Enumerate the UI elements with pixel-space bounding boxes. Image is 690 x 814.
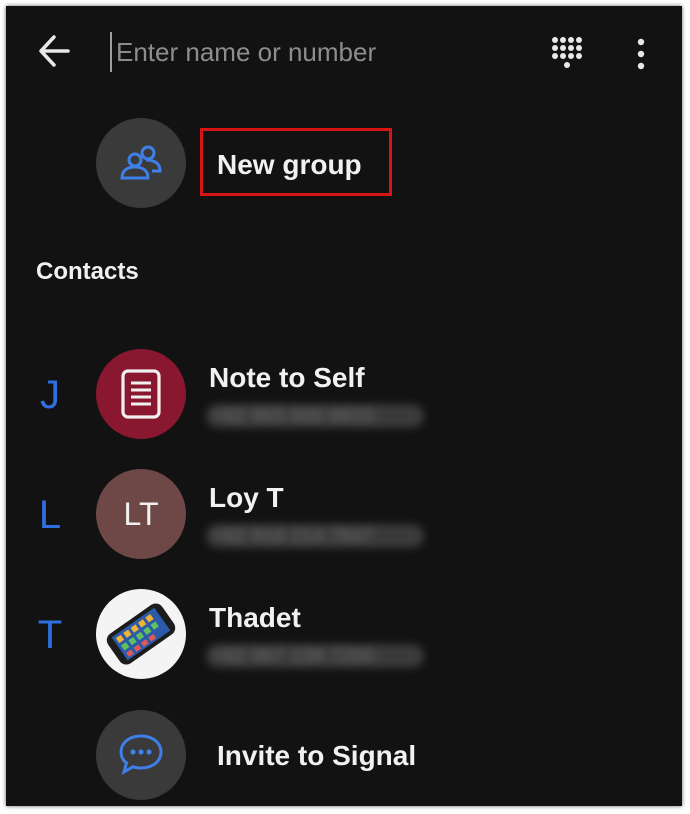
note-icon [96, 349, 186, 439]
index-letter: L [38, 493, 62, 537]
avatar: LT [96, 469, 186, 559]
contact-number: +62 955 000 8833 [206, 404, 424, 428]
contact-number: +62 967 238 7200 [206, 644, 424, 668]
index-letter: J [40, 373, 60, 417]
chat-bubble-icon [96, 710, 186, 800]
top-bar [6, 6, 682, 96]
dialpad-icon[interactable] [550, 34, 584, 74]
back-arrow-icon[interactable] [32, 28, 78, 74]
contact-name: Loy T [209, 482, 284, 513]
contact-number: +62 916 214 7847 [206, 524, 424, 548]
search-input[interactable] [110, 32, 438, 72]
invite-label: Invite to Signal [217, 740, 417, 771]
app-screen: New group Contacts J Note to Self +62 95… [6, 6, 682, 806]
more-options-icon[interactable] [628, 34, 654, 74]
contacts-section-header: Contacts [36, 258, 139, 285]
avatar-initials: LT [123, 495, 159, 532]
contact-name: Note to Self [209, 362, 365, 393]
group-icon [96, 118, 186, 208]
contact-name: Thadet [209, 602, 301, 633]
phone-photo-avatar [96, 589, 186, 679]
index-letter: T [37, 613, 63, 657]
highlight-box [200, 128, 392, 196]
